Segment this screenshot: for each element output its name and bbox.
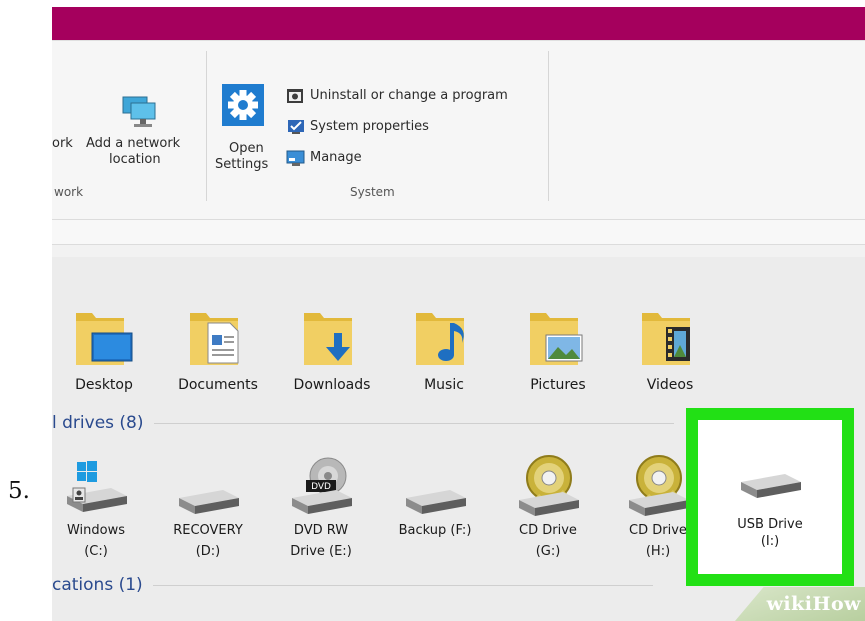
drive-letter: (I:) bbox=[760, 534, 780, 549]
folder-music[interactable]: Music bbox=[394, 309, 494, 393]
drive-recovery-d[interactable]: RECOVERY (D:) bbox=[158, 452, 258, 560]
folder-label: Pictures bbox=[530, 377, 586, 393]
folder-pictures[interactable]: Pictures bbox=[508, 309, 608, 393]
drive-name: Backup (F:) bbox=[398, 523, 472, 538]
cd-drive-icon bbox=[519, 455, 579, 516]
drive-backup-f[interactable]: Backup (F:) bbox=[385, 452, 485, 543]
documents-folder-icon bbox=[190, 313, 239, 365]
folder-videos[interactable]: Videos bbox=[620, 309, 720, 393]
drive-name: CD Drive bbox=[519, 523, 577, 538]
windows-drive-icon bbox=[67, 461, 127, 512]
hard-drive-icon bbox=[406, 490, 466, 514]
folder-label: Music bbox=[424, 377, 464, 393]
network-group-label: work bbox=[54, 185, 84, 199]
svg-text:DVD: DVD bbox=[311, 482, 331, 492]
devices-and-drives-label: l drives (8) bbox=[52, 413, 144, 433]
ribbon: ork Add a network location work Open Set… bbox=[52, 40, 865, 220]
ribbon-separator bbox=[548, 51, 549, 201]
system-properties-label: System properties bbox=[310, 119, 429, 134]
uninstall-label: Uninstall or change a program bbox=[310, 88, 508, 103]
drive-letter: (G:) bbox=[535, 544, 561, 559]
manage-label: Manage bbox=[310, 150, 362, 165]
computer-management-icon bbox=[286, 150, 305, 166]
uninstall-icon bbox=[287, 89, 303, 103]
drive-letter: Drive (E:) bbox=[290, 544, 352, 559]
folder-label: Videos bbox=[646, 377, 694, 393]
ribbon-separator bbox=[206, 51, 207, 201]
open-settings-label-1: Open bbox=[229, 141, 264, 156]
add-network-location-button[interactable]: Add a network location bbox=[84, 91, 196, 171]
music-folder-icon bbox=[416, 313, 464, 365]
devices-and-drives-header[interactable]: l drives (8) bbox=[52, 413, 674, 433]
gear-icon bbox=[222, 84, 264, 126]
folder-documents[interactable]: Documents bbox=[168, 309, 268, 393]
dvd-drive-icon: DVD bbox=[292, 457, 352, 514]
drive-letter: (D:) bbox=[195, 544, 221, 559]
hard-drive-icon bbox=[179, 490, 239, 514]
drive-name: Windows bbox=[66, 523, 126, 538]
add-network-location-label-2: location bbox=[109, 152, 161, 167]
map-network-drive-button-fragment[interactable]: ork bbox=[52, 136, 73, 152]
title-bar bbox=[52, 7, 865, 40]
drive-cd-g[interactable]: CD Drive (G:) bbox=[498, 452, 598, 560]
section-divider bbox=[152, 584, 653, 586]
add-network-location-label-1: Add a network bbox=[86, 136, 181, 151]
pictures-folder-icon bbox=[530, 313, 583, 365]
desktop-folder-icon bbox=[76, 313, 133, 365]
open-settings-button[interactable]: Open Settings bbox=[212, 84, 278, 179]
step-number: 5. bbox=[8, 478, 30, 504]
network-monitor-icon bbox=[122, 96, 156, 127]
file-explorer-window: ork Add a network location work Open Set… bbox=[52, 7, 865, 621]
system-properties-icon bbox=[288, 120, 304, 134]
cd-drive-icon bbox=[629, 455, 689, 516]
drive-letter: (C:) bbox=[84, 544, 108, 559]
usb-drive-icon bbox=[741, 474, 801, 498]
address-bar[interactable] bbox=[52, 219, 865, 245]
network-locations-header[interactable]: cations (1) bbox=[52, 575, 653, 595]
drive-name: USB Drive bbox=[737, 517, 803, 532]
folder-desktop[interactable]: Desktop bbox=[54, 309, 154, 393]
folder-downloads[interactable]: Downloads bbox=[282, 309, 382, 393]
drive-name: RECOVERY bbox=[173, 523, 243, 538]
downloads-folder-icon bbox=[304, 313, 352, 365]
folder-label: Desktop bbox=[75, 377, 133, 393]
folder-label: Downloads bbox=[293, 377, 371, 393]
videos-folder-icon bbox=[642, 313, 690, 365]
watermark-text: wikiHow bbox=[766, 593, 861, 615]
system-group-label: System bbox=[350, 185, 395, 199]
open-settings-label-2: Settings bbox=[215, 157, 269, 172]
section-divider bbox=[153, 422, 674, 424]
drive-windows-c[interactable]: Windows (C:) bbox=[52, 452, 146, 560]
drive-name: DVD RW bbox=[293, 523, 349, 538]
network-locations-label: cations (1) bbox=[52, 575, 143, 595]
folder-label: Documents bbox=[178, 377, 258, 393]
usb-drive-highlight[interactable]: USB Drive (I:) bbox=[686, 408, 854, 586]
drive-dvd-rw-e[interactable]: DVD DVD RW Drive (E:) bbox=[271, 452, 371, 560]
